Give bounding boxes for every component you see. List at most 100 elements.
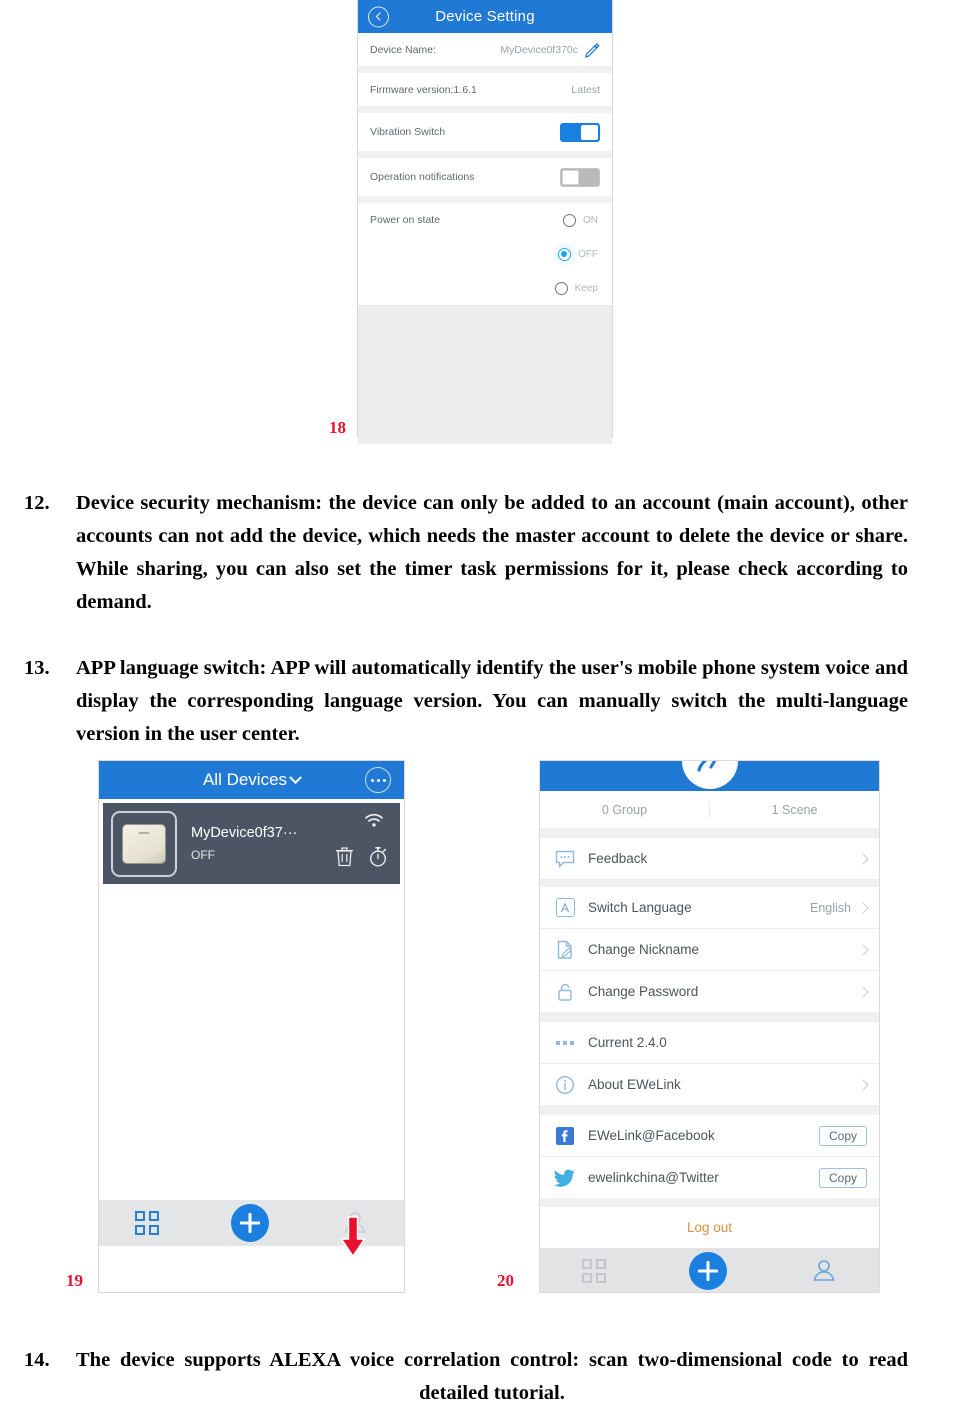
stat-groups[interactable]: 0 Group	[540, 803, 709, 817]
radio-off-label: OFF	[578, 248, 598, 260]
chevron-down-icon[interactable]	[289, 770, 302, 784]
grid-icon[interactable]	[581, 1259, 606, 1283]
section-divider	[540, 880, 879, 887]
feedback-label: Feedback	[588, 851, 648, 866]
row-firmware-version: Firmware version:1.6.1 Latest	[358, 73, 612, 106]
row-vibration-switch[interactable]: Vibration Switch	[358, 113, 612, 151]
chevron-right-icon[interactable]	[857, 985, 869, 998]
about-ewelink-label: About EWeLink	[588, 1077, 681, 1092]
empty-content-area	[358, 305, 612, 444]
device-card[interactable]: MyDevice0f37··· OFF	[103, 803, 400, 884]
more-dots-icon[interactable]	[365, 767, 391, 793]
paragraph-13-text: APP language switch: APP will automatica…	[76, 657, 908, 745]
change-password-label: Change Password	[588, 984, 699, 999]
plus-icon[interactable]	[231, 1204, 270, 1242]
facebook-label: EWeLink@Facebook	[588, 1128, 715, 1143]
paragraph-12-text: Device security mechanism: the device ca…	[76, 492, 908, 613]
power-on-state-option-off[interactable]: OFF	[358, 237, 612, 271]
current-version-label: Current 2.4.0	[588, 1035, 667, 1050]
paragraph-14-number: 14.	[24, 1349, 50, 1371]
pencil-edit-icon[interactable]	[584, 42, 600, 58]
twitter-icon	[552, 1168, 578, 1188]
nickname-edit-icon	[552, 940, 578, 960]
row-change-password[interactable]: Change Password	[540, 971, 879, 1013]
section-divider	[540, 829, 879, 838]
copy-facebook-button[interactable]: Copy	[818, 1125, 867, 1146]
row-feedback[interactable]: Feedback	[540, 838, 879, 880]
change-nickname-label: Change Nickname	[588, 942, 700, 957]
power-on-state-group: Power on state ON OFF Keep	[358, 203, 612, 305]
device-setting-header: Device Setting	[358, 0, 612, 33]
operation-notifications-toggle[interactable]	[560, 167, 600, 187]
vibration-switch-label: Vibration Switch	[370, 126, 446, 138]
paragraph-13: 13. APP language switch: APP will automa…	[24, 652, 908, 751]
firmware-version-label: Firmware version:1.6.1	[370, 83, 477, 96]
row-current-version: Current 2.4.0	[540, 1022, 879, 1064]
power-on-state-label: Power on state	[370, 214, 441, 226]
paragraph-12-number: 12.	[24, 492, 50, 514]
trash-icon[interactable]	[335, 846, 354, 872]
profile-header	[540, 761, 879, 791]
copy-twitter-button[interactable]: Copy	[818, 1167, 867, 1188]
chevron-right-icon[interactable]	[857, 943, 869, 956]
power-on-state-option-on[interactable]: Power on state ON	[358, 203, 612, 237]
bottom-tabbar	[540, 1248, 879, 1292]
device-name-value: MyDevice0f370c	[500, 43, 578, 56]
language-a-icon: A	[552, 898, 578, 917]
device-name-label: Device Name:	[370, 43, 436, 56]
paragraph-13-number: 13.	[24, 657, 50, 679]
radio-keep[interactable]	[554, 281, 568, 295]
row-device-name[interactable]: Device Name: MyDevice0f370c	[358, 33, 612, 66]
version-dots-icon	[552, 1039, 578, 1047]
feedback-bubble-icon	[552, 850, 578, 868]
row-divider	[358, 196, 612, 203]
radio-on[interactable]	[563, 213, 576, 227]
back-chevron-icon[interactable]	[368, 6, 389, 27]
timer-icon[interactable]	[368, 846, 388, 872]
document-page: Device Setting Device Name: MyDevice0f37…	[0, 0, 955, 1414]
paragraph-14: 14. The device supports ALEXA voice corr…	[24, 1344, 908, 1410]
figure-number-19: 19	[66, 1271, 83, 1290]
facebook-icon	[552, 1126, 578, 1146]
user-avatar-icon[interactable]	[681, 761, 738, 789]
power-on-state-option-keep[interactable]: Keep	[358, 271, 612, 305]
red-down-arrow-annotation	[338, 1216, 368, 1261]
person-icon[interactable]	[811, 1258, 837, 1284]
row-divider	[358, 66, 612, 73]
firmware-version-value: Latest	[571, 83, 600, 96]
radio-off[interactable]	[558, 247, 571, 261]
row-facebook[interactable]: EWeLink@Facebook Copy	[540, 1115, 879, 1157]
all-devices-title[interactable]: All Devices	[203, 770, 302, 790]
row-switch-language[interactable]: A Switch Language English	[540, 887, 879, 929]
section-divider	[540, 1106, 879, 1115]
paragraph-14-text: The device supports ALEXA voice correlat…	[76, 1349, 908, 1404]
row-twitter[interactable]: ewelinkchina@Twitter Copy	[540, 1157, 879, 1199]
chevron-right-icon[interactable]	[857, 852, 869, 865]
row-change-nickname[interactable]: Change Nickname	[540, 929, 879, 971]
operation-notifications-label: Operation notifications	[370, 171, 475, 183]
row-about-ewelink[interactable]: About EWeLink	[540, 1064, 879, 1106]
figure-20-profile: 0 Group 1 Scene Feedback A Switch Langua…	[539, 760, 880, 1293]
section-divider	[540, 1013, 879, 1022]
device-setting-title: Device Setting	[435, 8, 535, 25]
chevron-right-icon[interactable]	[857, 1078, 869, 1091]
switch-language-label: Switch Language	[588, 900, 692, 915]
row-operation-notifications[interactable]: Operation notifications	[358, 158, 612, 196]
radio-on-label: ON	[583, 214, 598, 226]
radio-keep-label: Keep	[574, 282, 598, 294]
vibration-switch-toggle[interactable]	[560, 122, 600, 142]
device-card-name: MyDevice0f37···	[191, 825, 298, 841]
plus-icon[interactable]	[689, 1252, 728, 1290]
profile-stats: 0 Group 1 Scene	[540, 791, 879, 829]
section-divider	[540, 1199, 879, 1206]
logout-button[interactable]: Log out	[540, 1206, 879, 1248]
all-devices-header: All Devices	[99, 761, 404, 799]
figure-18-device-setting: Device Setting Device Name: MyDevice0f37…	[357, 0, 613, 444]
stat-scenes[interactable]: 1 Scene	[709, 802, 879, 817]
chevron-right-icon[interactable]	[857, 901, 869, 914]
figure-number-18: 18	[329, 418, 346, 437]
info-circle-icon	[552, 1075, 578, 1095]
twitter-label: ewelinkchina@Twitter	[588, 1170, 719, 1185]
grid-icon[interactable]	[135, 1211, 160, 1235]
wall-switch-icon	[111, 810, 177, 877]
